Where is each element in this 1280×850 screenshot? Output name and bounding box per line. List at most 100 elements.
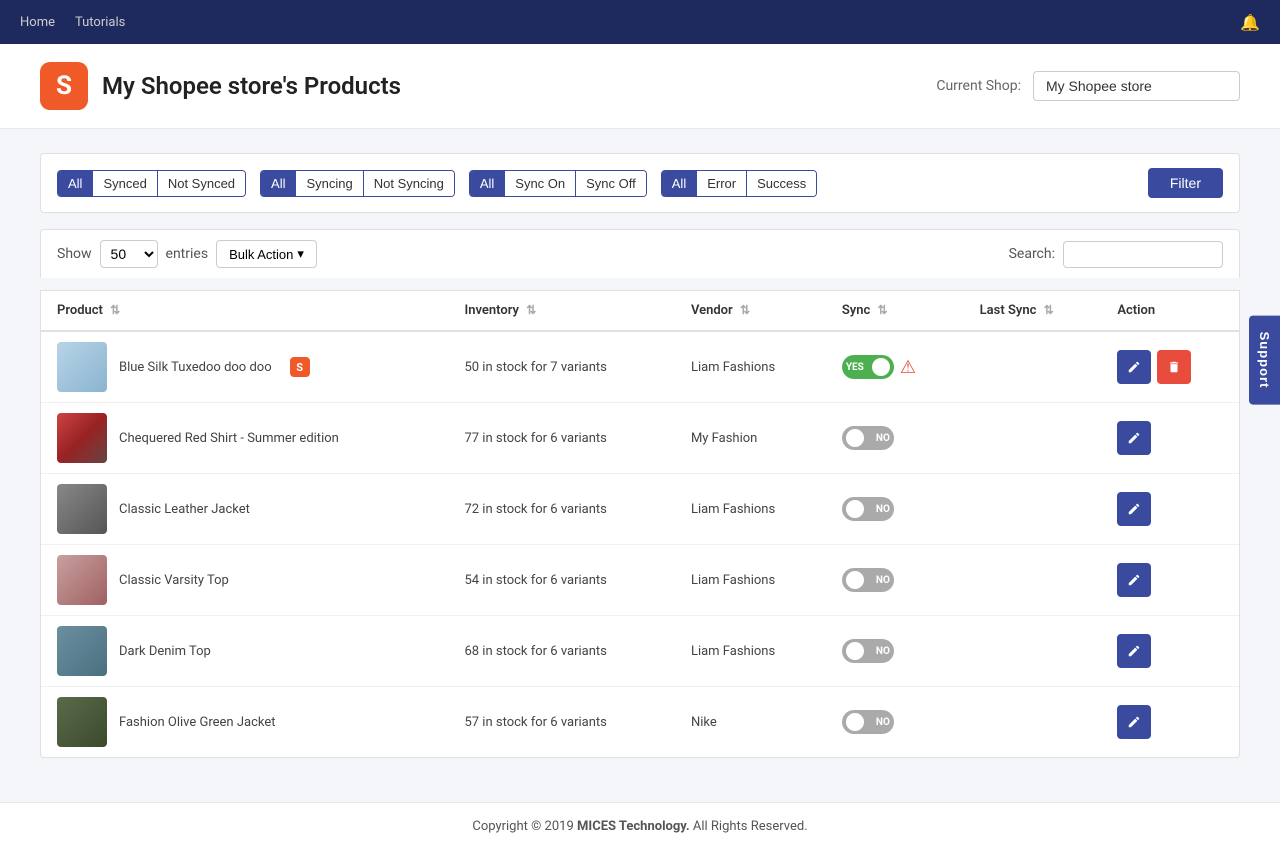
- last-sync-sort-icon[interactable]: ⇅: [1044, 303, 1054, 317]
- table-row: Classic Leather Jacket 72 in stock for 6 …: [41, 474, 1239, 545]
- sync-cell-3: NO: [826, 545, 964, 616]
- table-row: Blue Silk Tuxedoo doo dooS50 in stock fo…: [41, 331, 1239, 403]
- inventory-sort-icon[interactable]: ⇅: [526, 303, 536, 317]
- filter-syncing[interactable]: Syncing: [296, 171, 363, 196]
- error-status-filter-group: All Error Success: [661, 170, 817, 197]
- vendor-cell-0: Liam Fashions: [675, 331, 826, 403]
- action-cell-2: [1101, 474, 1239, 545]
- table-controls: Show 50 25 100 entries Bulk Action ▾ Sea…: [40, 229, 1240, 278]
- footer-text: Copyright © 2019 MICES Technology. All R…: [472, 819, 807, 834]
- notification-bell-icon[interactable]: 🔔: [1240, 13, 1260, 32]
- filter-not-syncing[interactable]: Not Syncing: [364, 171, 454, 196]
- action-cell-5: [1101, 687, 1239, 758]
- vendor-sort-icon[interactable]: ⇅: [740, 303, 750, 317]
- sync-onoff-filter-group: All Sync On Sync Off: [469, 170, 647, 197]
- filter-apply-button[interactable]: Filter: [1148, 168, 1223, 198]
- action-cell-1: [1101, 403, 1239, 474]
- bulk-action-chevron-icon: ▾: [297, 246, 304, 262]
- product-thumbnail-5: [57, 697, 107, 747]
- product-cell-5: Fashion Olive Green Jacket: [41, 687, 448, 758]
- current-shop-label: Current Shop:: [936, 78, 1021, 94]
- header-left: S My Shopee store's Products: [40, 62, 401, 110]
- filter-all-sync-onoff[interactable]: All: [470, 171, 505, 196]
- product-cell-4: Dark Denim Top: [41, 616, 448, 687]
- delete-button-0[interactable]: [1157, 350, 1191, 384]
- sync-toggle-4[interactable]: NO: [842, 639, 894, 663]
- bulk-action-button[interactable]: Bulk Action ▾: [216, 240, 317, 268]
- action-cell-4: [1101, 616, 1239, 687]
- table-row: Dark Denim Top 68 in stock for 6 variants…: [41, 616, 1239, 687]
- product-name-4: Dark Denim Top: [119, 644, 211, 659]
- vendor-cell-5: Nike: [675, 687, 826, 758]
- sync-cell-0: YES ⚠: [826, 331, 964, 403]
- product-sort-icon[interactable]: ⇅: [110, 303, 120, 317]
- filter-sync-off[interactable]: Sync Off: [576, 171, 646, 196]
- filter-success[interactable]: Success: [747, 171, 816, 196]
- product-name-1: Chequered Red Shirt - Summer edition: [119, 431, 339, 446]
- edit-button-0[interactable]: [1117, 350, 1151, 384]
- product-name-2: Classic Leather Jacket: [119, 502, 250, 517]
- entries-label: entries: [166, 246, 209, 262]
- products-table-container: Product ⇅ Inventory ⇅ Vendor ⇅ Sync ⇅: [40, 290, 1240, 758]
- sync-cell-2: NO: [826, 474, 964, 545]
- product-name-5: Fashion Olive Green Jacket: [119, 715, 275, 730]
- syncing-status-filter-group: All Syncing Not Syncing: [260, 170, 455, 197]
- filter-groups: All Synced Not Synced All Syncing Not Sy…: [57, 170, 825, 197]
- sync-toggle-0[interactable]: YES: [842, 355, 894, 379]
- last-sync-cell-5: [964, 687, 1102, 758]
- header-right: Current Shop:: [936, 71, 1240, 101]
- edit-button-3[interactable]: [1117, 563, 1151, 597]
- search-input[interactable]: [1063, 241, 1223, 268]
- sync-sort-icon[interactable]: ⇅: [878, 303, 888, 317]
- table-row: Chequered Red Shirt - Summer edition77 i…: [41, 403, 1239, 474]
- nav-tutorials[interactable]: Tutorials: [75, 15, 125, 30]
- edit-button-4[interactable]: [1117, 634, 1151, 668]
- sync-status-filter-group: All Synced Not Synced: [57, 170, 246, 197]
- nav-home[interactable]: Home: [20, 15, 55, 30]
- inventory-cell-2: 72 in stock for 6 variants: [448, 474, 674, 545]
- shop-selector[interactable]: [1033, 71, 1240, 101]
- vendor-cell-3: Liam Fashions: [675, 545, 826, 616]
- inventory-cell-0: 50 in stock for 7 variants: [448, 331, 674, 403]
- filter-bar: All Synced Not Synced All Syncing Not Sy…: [40, 153, 1240, 213]
- last-sync-cell-2: [964, 474, 1102, 545]
- product-name-3: Classic Varsity Top: [119, 573, 229, 588]
- product-thumbnail-3: [57, 555, 107, 605]
- top-navigation: Home Tutorials 🔔: [0, 0, 1280, 44]
- filter-error[interactable]: Error: [697, 171, 747, 196]
- support-tab-button[interactable]: Support: [1249, 316, 1280, 405]
- shopee-logo: S: [40, 62, 88, 110]
- col-action: Action: [1101, 291, 1239, 331]
- error-icon-0: ⚠: [900, 357, 916, 378]
- filter-all-sync-status[interactable]: All: [58, 171, 93, 196]
- inventory-cell-4: 68 in stock for 6 variants: [448, 616, 674, 687]
- inventory-cell-3: 54 in stock for 6 variants: [448, 545, 674, 616]
- product-cell-0: Blue Silk Tuxedoo doo dooS: [41, 331, 448, 403]
- page-title: My Shopee store's Products: [102, 72, 401, 100]
- filter-all-syncing[interactable]: All: [261, 171, 296, 196]
- page-header: S My Shopee store's Products Current Sho…: [0, 44, 1280, 129]
- product-thumbnail-2: [57, 484, 107, 534]
- last-sync-cell-3: [964, 545, 1102, 616]
- nav-links: Home Tutorials: [20, 15, 125, 30]
- last-sync-cell-4: [964, 616, 1102, 687]
- action-cell-3: [1101, 545, 1239, 616]
- last-sync-cell-0: [964, 331, 1102, 403]
- filter-synced[interactable]: Synced: [93, 171, 157, 196]
- col-last-sync: Last Sync ⇅: [964, 291, 1102, 331]
- edit-button-1[interactable]: [1117, 421, 1151, 455]
- sync-toggle-5[interactable]: NO: [842, 710, 894, 734]
- filter-all-error[interactable]: All: [662, 171, 697, 196]
- search-label: Search:: [1009, 246, 1055, 262]
- inventory-cell-5: 57 in stock for 6 variants: [448, 687, 674, 758]
- edit-button-5[interactable]: [1117, 705, 1151, 739]
- sync-cell-1: NO: [826, 403, 964, 474]
- sync-toggle-3[interactable]: NO: [842, 568, 894, 592]
- entries-per-page-select[interactable]: 50 25 100: [100, 240, 158, 268]
- sync-toggle-2[interactable]: NO: [842, 497, 894, 521]
- table-row: Classic Varsity Top 54 in stock for 6 var…: [41, 545, 1239, 616]
- edit-button-2[interactable]: [1117, 492, 1151, 526]
- filter-sync-on[interactable]: Sync On: [505, 171, 576, 196]
- sync-toggle-1[interactable]: NO: [842, 426, 894, 450]
- filter-not-synced[interactable]: Not Synced: [158, 171, 245, 196]
